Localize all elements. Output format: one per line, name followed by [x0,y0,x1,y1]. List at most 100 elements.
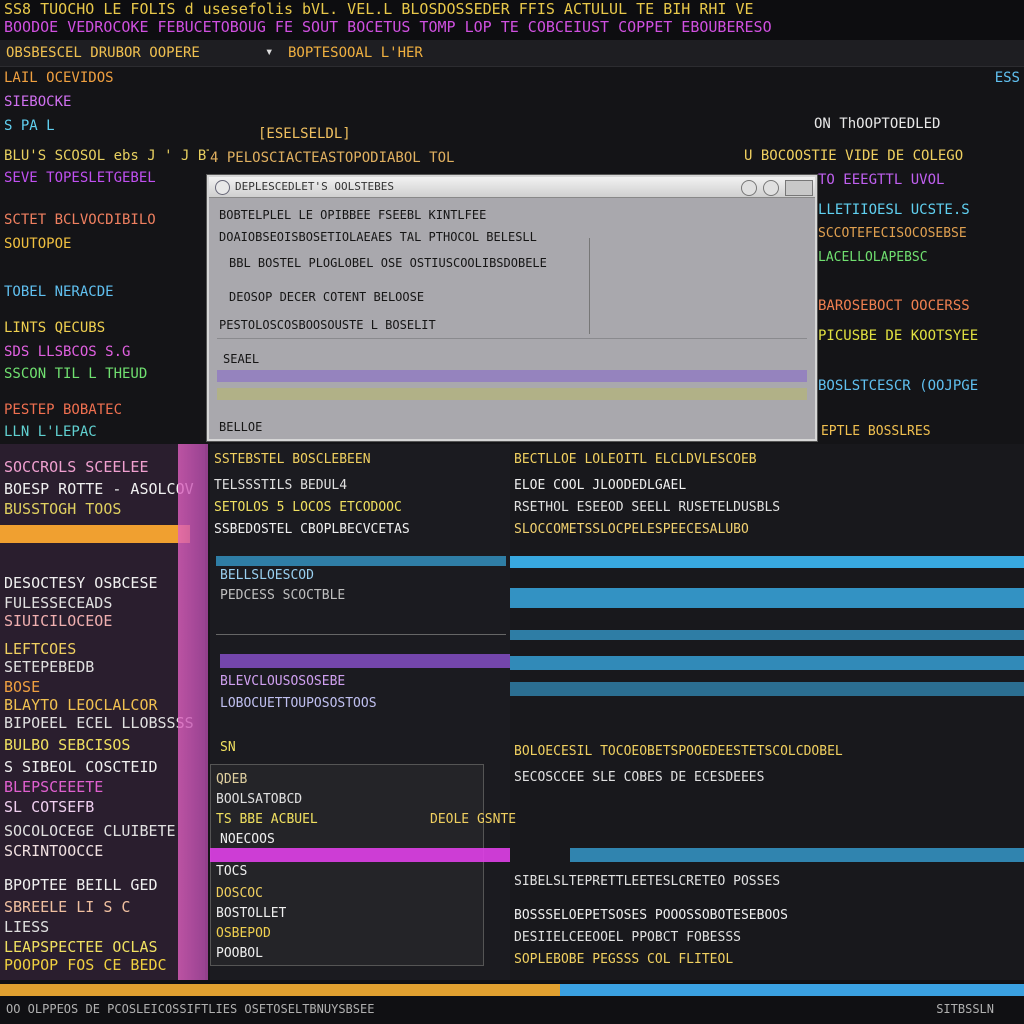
dialog-title: DEPLESCEDLET'S OOLSTEBES [235,180,394,193]
highlight-bar [510,588,1024,608]
list-item[interactable]: BIPOEEL ECEL LLOBSSSS [4,714,194,732]
scrollbar[interactable] [178,444,208,984]
code-line: SDS LLSBCOS S.G [4,344,131,360]
selection-highlight [0,525,190,543]
list-item[interactable]: SL COTSEFB [4,798,94,816]
code-line: LOBOCUETTOUPOSOSTOOS [220,696,377,711]
list-item[interactable]: SOCOLOCEGE CLUIBETE [4,822,176,840]
title-line-2: BOODOE VEDROCOKE FEBUCETOBOUG FE SOUT BO… [4,18,772,34]
dialog-titlebar[interactable]: DEPLESCEDLET'S OOLSTEBES [209,177,815,198]
code-line: DESIIELCEEOOEL PPOBCT FOBESSS [514,930,741,945]
highlight-bar [216,556,506,566]
dialog-row[interactable]: DOAIOBSEOISBOSETIOLAEAES TAL PTHOCOL BEL… [219,230,809,244]
code-line: PEDCESS SCOCTBLE [220,588,346,603]
divider [589,238,590,334]
progress-stripe [217,370,807,382]
code-line: U BOCOOSTIE VIDE DE COLEGO [744,148,964,164]
title-bar: SS8 TUOCHO LE FOLIS d usesefolis bVL. VE… [0,0,1024,40]
code-line: SECOSCCEE SLE COBES DE ECESDEEES [514,770,765,785]
dialog-body: BOBTELPLEL LE OPIBBEE FSEEBL KINTLFEE DO… [209,198,815,439]
code-line: DOSCOC [216,886,263,901]
code-line: PICUSBE DE KOOTSYEE [818,328,979,344]
status-text-right: SITBSSLN [936,1002,994,1016]
dialog-row: PESTOLOSCOSBOOSOUSTE L BOSELIT [219,318,436,332]
toolbar-left-label: OBSBESCEL DRUBOR OOPERE [6,45,200,61]
code-line: TS BBE ACBUEL [216,812,318,827]
close-icon[interactable] [785,180,813,196]
code-line: LLN L'LEPAC [4,424,97,440]
app-icon [215,180,230,195]
code-line: SSCON TIL L THEUD [4,366,148,382]
status-text: OO OLPPEOS DE PCOSLEICOSSIFTLIES OSETOSE… [6,1002,375,1016]
list-item[interactable]: DESOCTESY OSBCESE [4,574,158,592]
list-item[interactable]: BLEPSCEEETE [4,778,103,796]
list-item[interactable]: BUSSTOGH TOOS [4,500,121,518]
code-line: LINTS QECUBS [4,320,106,336]
list-item[interactable]: POOPOP FOS CE BEDC [4,956,167,974]
highlight-bar [220,654,510,668]
chevron-down-icon[interactable]: ▾ [265,44,273,60]
progress-bar [560,984,1024,996]
code-line: BECTLLOE LOLEOITL ELCLDVLESCOEB [514,452,757,467]
toolbar: OBSBESCEL DRUBOR OOPERE ▾ BOPTESOOAL L'H… [0,40,1024,67]
list-item[interactable]: BPOPTEE BEILL GED [4,876,158,894]
list-item[interactable]: BOSE [4,678,40,696]
section-line: 4 PELOSCIACTEASTOPODIABOL TOL [210,150,455,166]
dialog-row: BBL BOSTEL PLOGLOBEL OSE OSTIUSCOOLIBSDO… [229,256,547,270]
list-item[interactable]: SIUICILOCEOE [4,612,112,630]
code-line: POOBOL [216,946,263,961]
dialog-row: SEAEL [223,352,260,366]
code-line: DEOLE GSNTE [430,812,517,827]
code-line: TOCS [216,864,248,879]
list-item[interactable]: SOCCROLS SCEELEE [4,458,149,476]
code-line: SOUTOPOE [4,236,72,252]
highlight-bar [510,656,1024,670]
progress-bar [0,984,560,996]
code-line: RSETHOL ESEEOD SEELL RUSETELDUSBLS [514,500,781,515]
list-item[interactable]: SCRINTOOCCE [4,842,103,860]
code-line: SSTEBSTEL BOSCLEBEEN [214,452,371,467]
code-line: TO EEEGTTL UVOL [818,172,945,188]
code-line: ELOE COOL JLOODEDLGAEL [514,478,687,493]
left-code-area: LAIL OCEVIDOS SIEBOCKE S PA L BLU'S SCOS… [0,68,209,440]
code-line: LLETIIOESL UCSTE.S [818,202,970,218]
minimize-icon[interactable] [741,180,757,196]
list-item[interactable]: SBREELE LI S C [4,898,130,916]
code-line: SCCOTEFECISOCOSEBSE [818,226,967,241]
list-item[interactable]: LEAPSPECTEE OCLAS [4,938,158,956]
status-bar: OO OLPPEOS DE PCOSLEICOSSIFTLIES OSETOSE… [0,980,1024,1024]
dialog-row: DEOSOP DECER COTENT BELOOSE [229,290,425,304]
toolbar-right-label[interactable]: BOPTESOOAL L'HER [288,45,423,61]
code-line: SIEBOCKE [4,94,72,110]
divider [216,634,506,635]
right-panel: BECTLLOE LOLEOITL ELCLDVLESCOEB ELOE COO… [430,444,1024,980]
code-line: SEVE TOPESLETGEBEL [4,170,156,186]
divider [217,338,807,339]
code-line: SOPLEBOBE PEGSSS COL FLITEOL [514,952,734,967]
code-line: SN [220,740,236,755]
list-item[interactable]: S SIBEOL COSCTEID [4,758,158,776]
progress-stripe [217,388,807,400]
maximize-icon[interactable] [763,180,779,196]
highlight-bar [510,630,1024,640]
code-line: BOSTOLLET [216,906,287,921]
list-item[interactable]: BLAYTO LEOCLALCOR [4,696,158,714]
list-item[interactable]: FULESSECEADS [4,594,112,612]
right-code-area: ESS ON ThOOPTOEDLED U BOCOOSTIE VIDE DE … [744,68,1024,440]
list-item[interactable]: LIESS [4,918,49,936]
highlight-bar [510,682,1024,696]
list-item[interactable]: BULBO SEBCISOS [4,736,130,754]
list-item[interactable]: BOESP ROTTE - ASOLCOV [4,480,194,498]
code-line: BLEVCLOUSOSOSEBE [220,674,346,689]
dialog-row: BOBTELPLEL LE OPIBBEE FSEEBL KINTLFEE [219,208,487,222]
code-line: SLOCCOMETSSLOCPELESPEECESALUBO [514,522,749,537]
highlight-bar [510,556,1024,568]
dialog-window: DEPLESCEDLET'S OOLSTEBES BOBTELPLEL LE O… [207,175,817,441]
code-line: BOLOECESIL TOCOEOBETSPOOEDEESTETSCOLCDOB… [514,744,843,759]
code-line: BAROSEBOCT OOCERSS [818,298,970,314]
code-line: SCTET BCLVOCDIBILO [4,212,156,228]
code-line: TOBEL NERACDE [4,284,114,300]
list-item[interactable]: SETEPEBEDB [4,658,94,676]
list-item[interactable]: LEFTCOES [4,640,76,658]
code-line: ESS [994,70,1020,86]
